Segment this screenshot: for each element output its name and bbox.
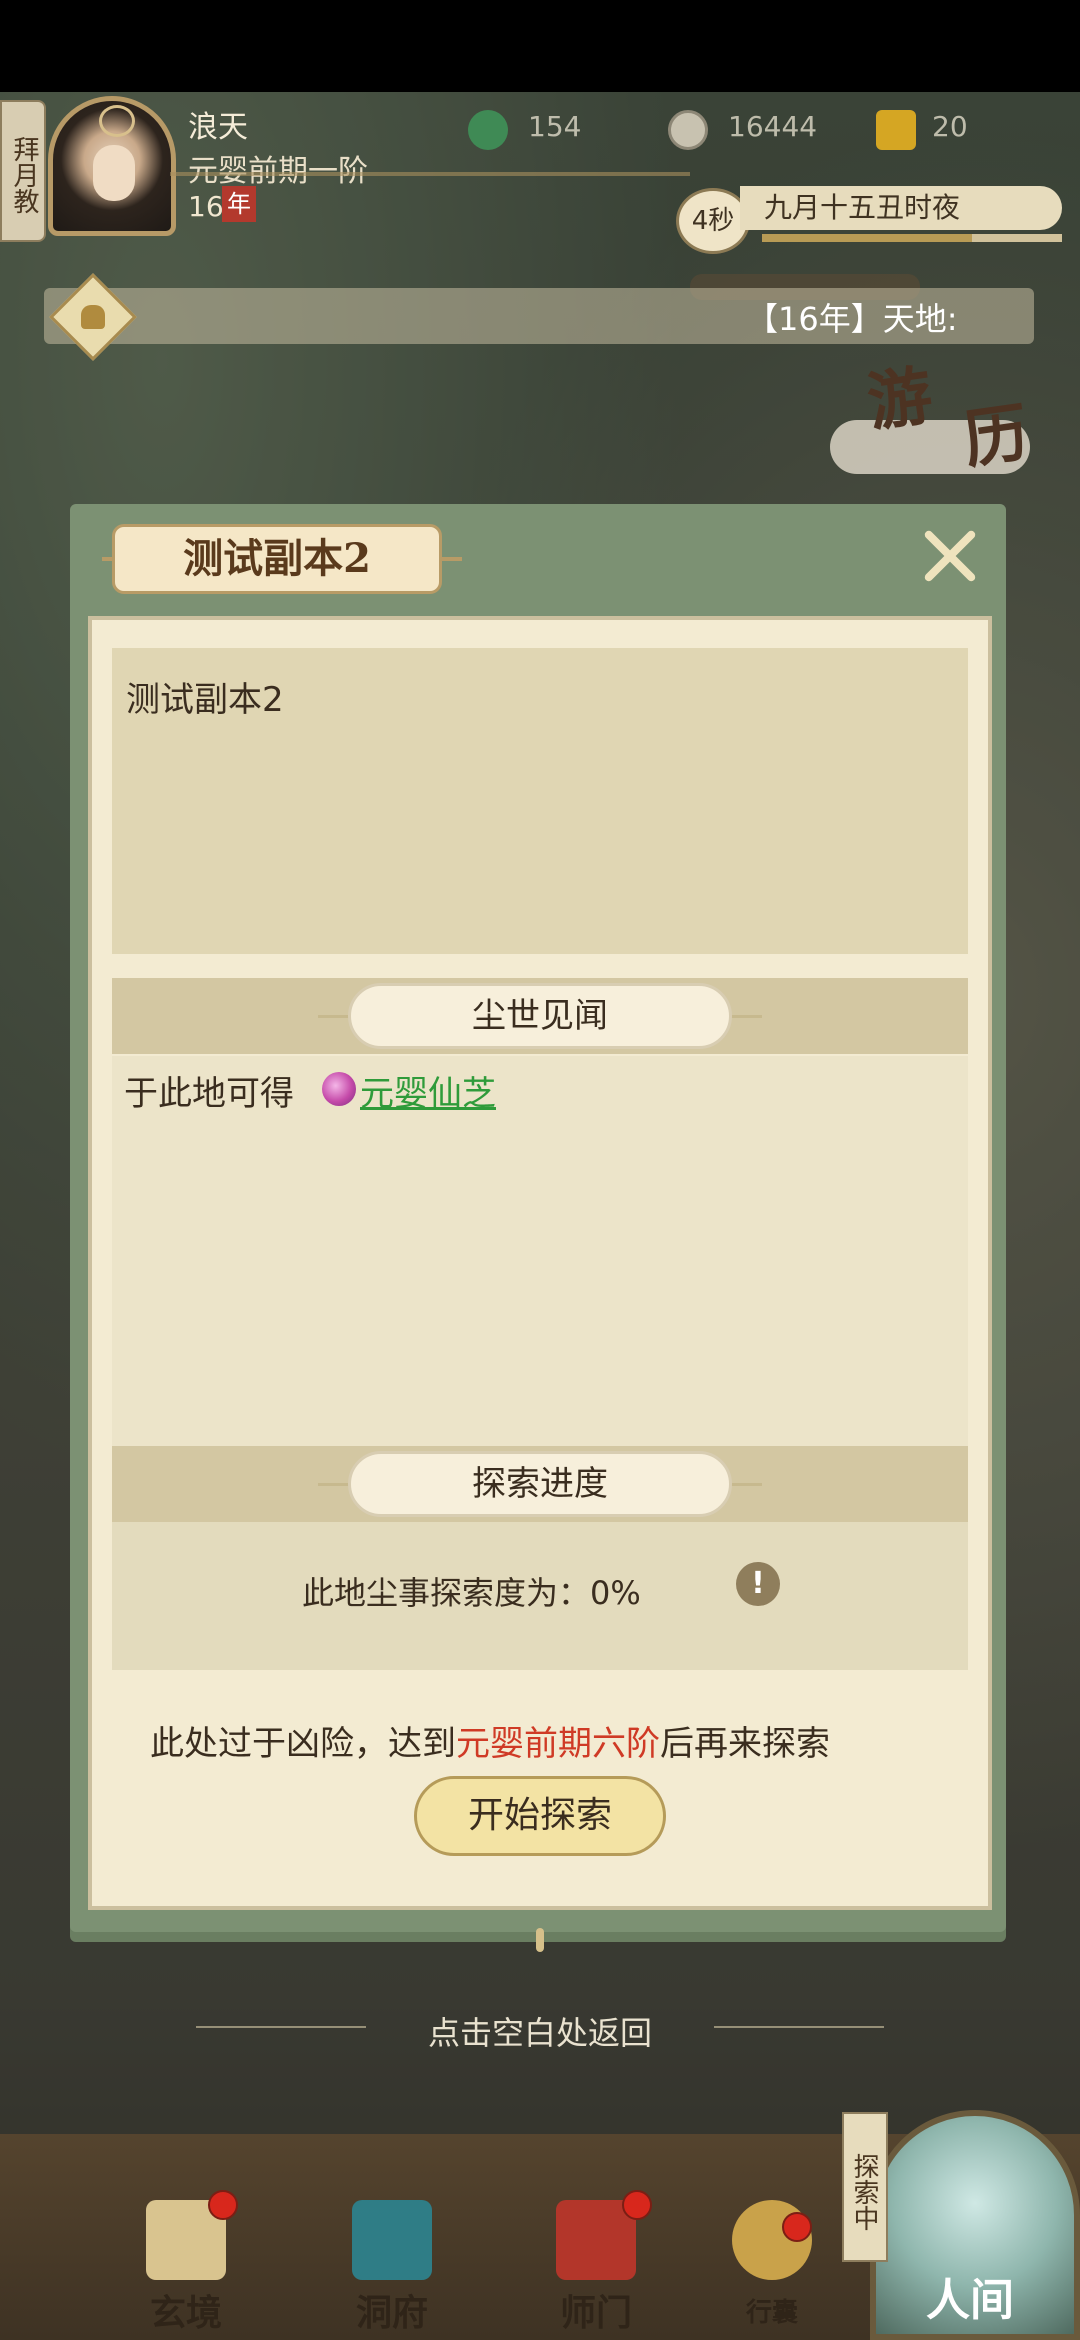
youli-char-2: 历: [959, 395, 1033, 479]
player-rank: 元婴前期一阶: [188, 146, 368, 190]
currency-jade-value: 154: [528, 110, 582, 143]
progress-section-title: 探索进度: [348, 1451, 732, 1517]
countdown-timer: 4秒: [676, 188, 750, 254]
avatar[interactable]: [48, 96, 176, 236]
header-divider: [170, 172, 690, 176]
warning-suffix: 后再来探索: [660, 1724, 830, 1764]
tap-to-return-hint[interactable]: 点击空白处返回: [0, 2008, 1080, 2054]
notification-dot: [782, 2212, 812, 2242]
world-label: 人间: [926, 2275, 1014, 2326]
date-progress-bar: [762, 234, 1062, 242]
nav-dongfu[interactable]: 洞府: [312, 2200, 472, 2340]
sect-tag[interactable]: 拜月教: [0, 100, 46, 242]
close-icon[interactable]: [918, 524, 982, 588]
info-icon[interactable]: !: [736, 1562, 780, 1606]
currency-coin-value: 16444: [728, 110, 818, 143]
scroll-pin: [536, 1928, 544, 1952]
youli-badge[interactable]: 游 历: [851, 327, 1069, 493]
nav-label: 玄境: [149, 2292, 222, 2334]
nav-label: 师门: [559, 2292, 632, 2334]
modal-title: 测试副本2: [183, 535, 371, 582]
lingzhi-herb-icon: [322, 1072, 356, 1106]
loot-section-title: 尘世见闻: [348, 983, 732, 1049]
exploration-progress: 此地尘事探索度为：0%: [302, 1574, 641, 1612]
player-age: 16: [188, 190, 224, 223]
announcement-text: 【16年】天地:: [746, 300, 958, 338]
level-warning: 此处过于凶险，达到元婴前期六阶后再来探索: [150, 1716, 830, 1765]
nav-label: 行囊: [745, 2298, 798, 2328]
currency-ingot-value: 20: [932, 110, 968, 143]
game-screen: 拜月教 浪天 元婴前期一阶 16 年 154 16444 20 4秒 九月十五丑…: [0, 0, 1080, 2340]
notification-dot: [622, 2190, 652, 2220]
avatar-face: [93, 145, 135, 201]
sect-emblem-icon: [99, 105, 135, 137]
pavilion-icon: [352, 2200, 432, 2280]
game-date: 九月十五丑时夜: [740, 186, 1062, 230]
nav-xingnang[interactable]: 行囊: [692, 2200, 852, 2340]
nav-label: 洞府: [355, 2292, 428, 2334]
notification-dot: [208, 2190, 238, 2220]
ingot-icon: [876, 110, 916, 150]
player-name: 浪天: [188, 110, 248, 145]
date-progress-fill: [762, 234, 972, 242]
youli-char-1: 游: [863, 358, 937, 442]
bell-icon: [81, 305, 105, 329]
dungeon-description: 测试副本2: [126, 680, 284, 720]
exploring-tag: 探索中: [842, 2112, 888, 2262]
age-unit-badge: 年: [222, 186, 256, 222]
required-realm: 元婴前期六阶: [456, 1724, 660, 1764]
start-explore-button[interactable]: 开始探索: [414, 1776, 666, 1856]
coin-icon: [668, 110, 708, 150]
nav-shimen[interactable]: 师门: [516, 2200, 676, 2340]
status-bar-area: [0, 0, 1080, 92]
warning-prefix: 此处过于凶险，达到: [150, 1724, 456, 1764]
jade-icon: [468, 110, 508, 150]
loot-prefix: 于此地可得: [124, 1074, 294, 1114]
nav-xuanjing[interactable]: 玄境: [106, 2200, 266, 2340]
loot-item-link[interactable]: 元婴仙芝: [360, 1066, 496, 1115]
